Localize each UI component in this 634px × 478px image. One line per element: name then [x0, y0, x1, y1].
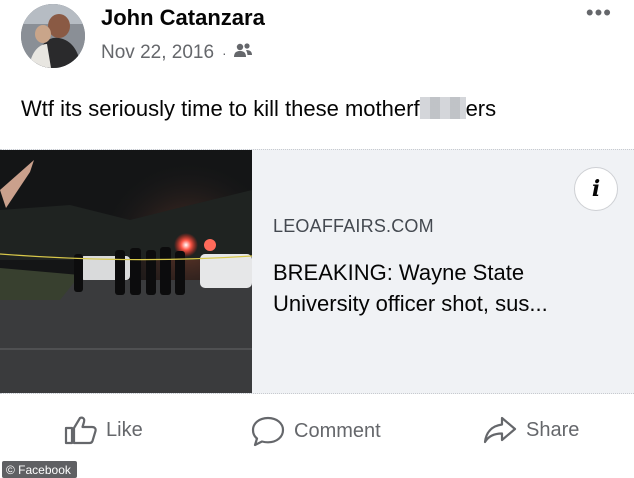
avatar[interactable]	[21, 4, 85, 68]
share-arrow-icon	[483, 416, 517, 444]
facebook-post: John Catanzara Nov 22, 2016 · ••• Wtf it…	[0, 0, 634, 478]
more-options-icon[interactable]: •••	[586, 2, 612, 24]
link-headline[interactable]: BREAKING: Wayne State University officer…	[273, 257, 613, 319]
comment-label: Comment	[294, 419, 381, 442]
share-label: Share	[526, 418, 580, 441]
comment-button[interactable]: Comment	[250, 415, 381, 447]
share-button[interactable]: Share	[482, 415, 579, 445]
link-preview-card[interactable]: i LEOAFFAIRS.COM BREAKING: Wayne State U…	[0, 149, 634, 394]
post-text-end: ers	[465, 96, 497, 121]
night-scene-image	[0, 150, 252, 393]
comment-bubble-icon	[251, 416, 285, 447]
like-button[interactable]: Like	[64, 415, 143, 445]
thumbs-up-icon	[64, 416, 97, 445]
avatar-photo	[21, 4, 85, 68]
link-thumbnail[interactable]	[0, 150, 252, 393]
meta-separator: ·	[222, 45, 227, 61]
author-name[interactable]: John Catanzara	[101, 5, 265, 31]
post-date[interactable]: Nov 22, 2016	[101, 42, 214, 64]
info-icon[interactable]: i	[574, 167, 618, 211]
post-actions: Like Comment Share	[0, 393, 634, 469]
source-watermark: © Facebook	[2, 461, 77, 478]
post-meta: Nov 22, 2016 ·	[101, 42, 253, 64]
like-label: Like	[106, 418, 143, 441]
friends-icon[interactable]	[233, 42, 253, 64]
post-text-start: Wtf its seriously time to kill these mot…	[21, 96, 420, 121]
post-text: Wtf its seriously time to kill these mot…	[21, 96, 496, 122]
censor-pixelation	[419, 97, 466, 119]
link-domain: LEOAFFAIRS.COM	[273, 216, 434, 236]
